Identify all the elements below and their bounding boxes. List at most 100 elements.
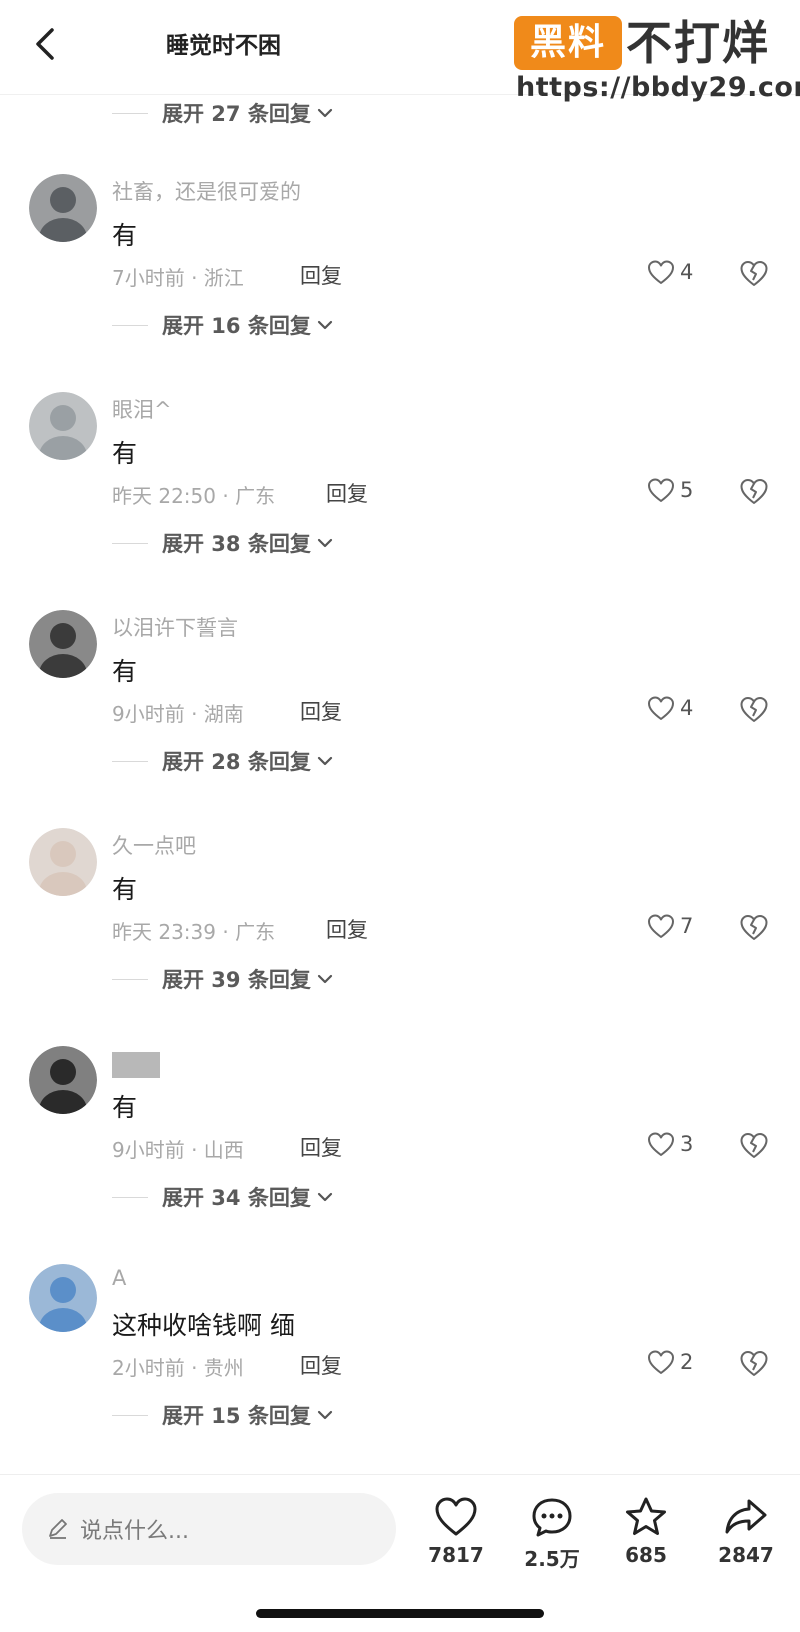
comment-input-placeholder: 说点什么... [80,1519,189,1544]
comment-icon [532,1498,572,1537]
dislike-icon[interactable] [738,1348,770,1378]
expand-replies-button[interactable]: 展开 28 条回复 [112,746,333,776]
comment-item: 眼泪^ 有 昨天 22:50 · 广东 回复 5 展开 38 条回复 [0,392,800,610]
comment-text: 有 [112,875,138,904]
home-indicator [256,1609,544,1618]
divider [112,978,148,980]
comment-like-count: 4 [680,696,694,720]
top-bar: 睡觉时不困 黑料 不打烊 https://bbdy29.com [0,0,800,103]
dislike-icon[interactable] [738,258,770,288]
expand-replies-button[interactable]: 展开 16 条回复 [112,310,333,340]
comment-item: A 这种收啥钱啊 缅 2小时前 · 贵州 回复 2 展开 15 条回复 [0,1264,800,1482]
page-title: 睡觉时不困 [166,33,281,59]
chevron-down-icon [317,756,332,766]
avatar[interactable] [29,1264,97,1332]
comment-username[interactable]: 社畜，还是很可爱的 [112,176,301,206]
chevron-down-icon [317,974,332,984]
expand-replies-label: 展开 28 条回复 [162,750,311,774]
watermark-url: https://bbdy29.com [516,72,800,103]
watermark: 黑料 不打烊 https://bbdy29.com [514,14,800,104]
comment-username[interactable]: 以泪许下誓言 [112,612,238,642]
comment-text: 有 [112,221,138,250]
avatar[interactable] [29,392,97,460]
comment-like-count: 3 [680,1132,694,1156]
comment-item: 有 9小时前 · 山西 回复 3 展开 34 条回复 [0,1046,800,1264]
share-button[interactable]: 2847 [706,1495,786,1567]
expand-replies-button[interactable]: 展开 27 条回复 [112,98,333,128]
comment-time-location: 9小时前 · 山西 [112,1138,244,1162]
share-count: 2847 [718,1543,774,1567]
heart-icon [648,478,674,502]
comment-like-count: 4 [680,260,694,284]
reply-button[interactable]: 回复 [326,914,368,944]
reply-button[interactable]: 回复 [326,478,368,508]
avatar[interactable] [29,828,97,896]
comment-like-count: 7 [680,914,694,938]
dislike-icon[interactable] [738,912,770,942]
heart-icon [648,914,674,938]
divider [112,324,148,326]
chevron-down-icon [317,1410,332,1420]
dislike-icon[interactable] [738,1130,770,1160]
comment-like-button[interactable]: 2 [646,1348,693,1376]
divider [112,1414,148,1416]
chevron-down-icon [317,1192,332,1202]
comment-time-location: 昨天 22:50 · 广东 [112,484,276,508]
comment-item: 久一点吧 有 昨天 23:39 · 广东 回复 7 展开 39 条回复 [0,828,800,1046]
divider [112,542,148,544]
comment-time-location: 9小时前 · 湖南 [112,702,244,726]
back-icon[interactable] [30,24,60,64]
comment-like-button[interactable]: 5 [646,476,693,504]
reply-button[interactable]: 回复 [300,696,342,726]
chevron-down-icon [317,320,332,330]
comment-text: 有 [112,1093,138,1122]
comment-username[interactable]: 眼泪^ [112,394,172,424]
pen-icon [49,1519,67,1539]
favorite-button[interactable]: 685 [606,1495,686,1567]
comment-username[interactable]: A [112,1266,126,1290]
watermark-badge: 黑料 [514,16,622,70]
dislike-icon[interactable] [738,694,770,724]
favorite-count: 685 [625,1543,667,1567]
expand-replies-label: 展开 34 条回复 [162,1186,311,1210]
comment-time-location: 昨天 23:39 · 广东 [112,920,276,944]
dislike-icon[interactable] [738,476,770,506]
heart-icon [648,696,674,720]
avatar[interactable] [29,174,97,242]
watermark-text: 不打烊 [626,16,770,70]
redacted-username [112,1052,160,1078]
avatar[interactable] [29,1046,97,1114]
comment-like-count: 2 [680,1350,694,1374]
star-icon [626,1497,666,1535]
comment-time-location: 2小时前 · 贵州 [112,1356,244,1380]
heart-icon [435,1497,477,1536]
comment-like-button[interactable]: 4 [646,694,693,722]
comment-text: 有 [112,439,138,468]
expand-replies-button[interactable]: 展开 15 条回复 [112,1400,333,1430]
comments-button[interactable]: 2.5万 [512,1495,592,1572]
reply-button[interactable]: 回复 [300,1132,342,1162]
comment-like-count: 5 [680,478,694,502]
expand-replies-label: 展开 38 条回复 [162,532,311,556]
expand-replies-button[interactable]: 展开 39 条回复 [112,964,333,994]
reply-button[interactable]: 回复 [300,1350,342,1380]
comment-text: 这种收啥钱啊 缅 [112,1311,295,1340]
reply-button[interactable]: 回复 [300,260,342,290]
expand-replies-label: 展开 27 条回复 [162,102,311,126]
comment-like-button[interactable]: 7 [646,912,693,940]
avatar[interactable] [29,610,97,678]
comment-text: 有 [112,657,138,686]
expand-replies-button[interactable]: 展开 38 条回复 [112,528,333,558]
comment-input[interactable]: 说点什么... [22,1493,396,1565]
expand-replies-button[interactable]: 展开 34 条回复 [112,1182,333,1212]
like-count: 7817 [428,1543,484,1567]
like-button[interactable]: 7817 [416,1495,496,1567]
heart-icon [648,260,674,284]
heart-icon [648,1132,674,1156]
comment-like-button[interactable]: 3 [646,1130,693,1158]
chevron-down-icon [317,538,332,548]
comment-username[interactable]: 久一点吧 [112,830,196,860]
divider [112,112,148,114]
comment-like-button[interactable]: 4 [646,258,693,286]
comment-count: 2.5万 [524,1547,580,1571]
